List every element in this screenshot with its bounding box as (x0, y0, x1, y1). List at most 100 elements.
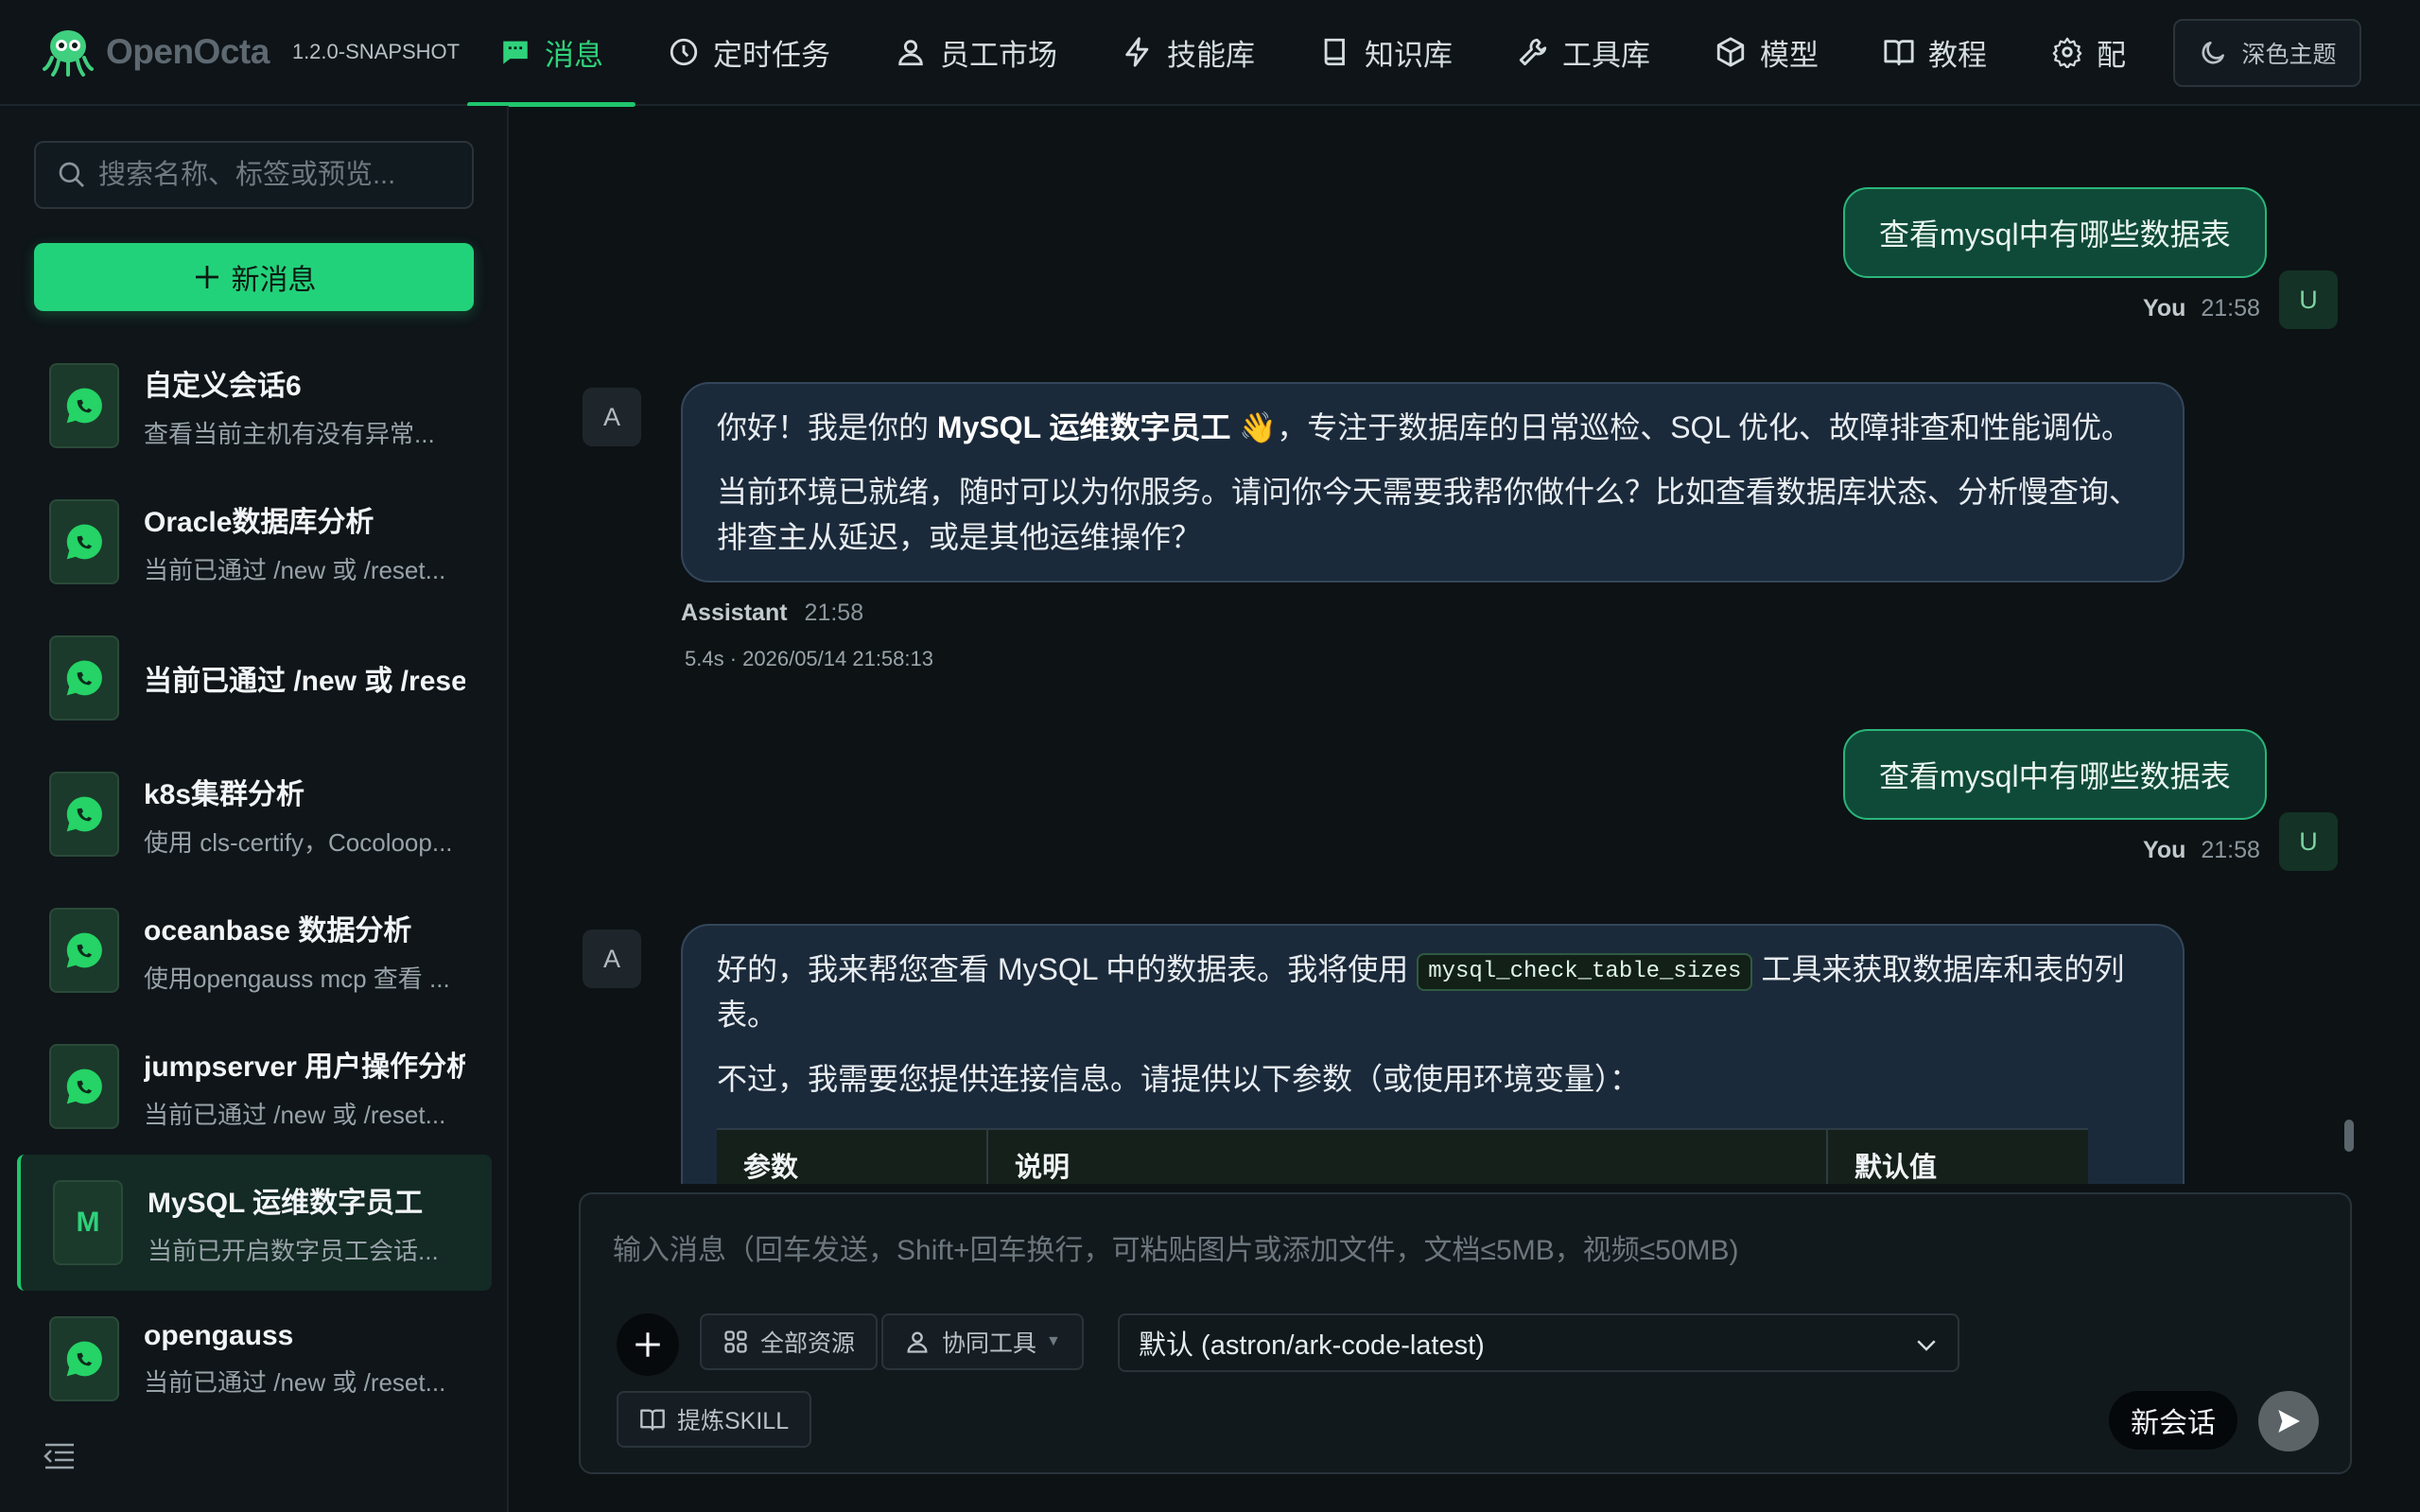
assistant-avatar: A (583, 388, 641, 446)
table-header-cell: 说明 (987, 1128, 1828, 1184)
message-time: 21:58 (2201, 295, 2260, 322)
nav-label: 工具库 (1562, 38, 1650, 72)
conversation-list: 自定义会话6 查看当前主机有没有异常... Oracle数据库分析 当前已通过 … (0, 338, 509, 1427)
avatar-letter: M (76, 1207, 100, 1238)
message-input[interactable] (613, 1226, 2315, 1283)
message-text: 查看mysql中有哪些数据表 (1879, 217, 2231, 252)
lightning-icon (1125, 37, 1149, 67)
search-box[interactable] (34, 141, 474, 209)
conversation-item[interactable]: opengauss 当前已通过 /new 或 /reset... (0, 1291, 509, 1427)
new-message-button[interactable]: 新消息 (34, 243, 474, 311)
nav-tools[interactable]: 工具库 (1485, 0, 1682, 105)
conversation-avatar (49, 363, 119, 448)
search-input[interactable] (98, 159, 458, 191)
conversation-item[interactable]: jumpserver 用户操作分析 当前已通过 /new 或 /reset... (0, 1018, 509, 1155)
text-span: 好的，我来帮您查看 MySQL 中的数据表。我将使用 (717, 952, 1418, 986)
user-avatar: U (2279, 812, 2338, 871)
model-value: 默认 (astron/ark-code-latest) (1139, 1330, 1485, 1361)
message-time: 21:58 (2201, 837, 2260, 863)
gear-icon (2052, 37, 2082, 68)
message-paragraph: 你好！我是你的 MySQL 运维数字员工 👋，专注于数据库的日常巡检、SQL 优… (717, 405, 2149, 450)
chat-icon (503, 41, 528, 64)
model-select[interactable]: 默认 (astron/ark-code-latest) (1118, 1313, 1959, 1372)
nav-skills[interactable]: 技能库 (1089, 0, 1287, 105)
all-resources-button[interactable]: 全部资源 (700, 1313, 879, 1370)
conversation-preview: 当前已开启数字员工会话... (148, 1236, 439, 1265)
user-icon (898, 40, 923, 66)
send-icon (2278, 1410, 2300, 1433)
conversation-avatar (49, 908, 119, 993)
brand-version: 1.2.0-SNAPSHOT (291, 40, 461, 63)
text-span: ，专注于数据库的日常巡检、SQL 优化、故障排查和性能调优。 (1277, 410, 2132, 444)
chat-scrollbar[interactable] (2344, 1120, 2354, 1152)
conversation-item[interactable]: oceanbase 数据分析 使用opengauss mcp 查看 ... (0, 882, 509, 1018)
nav-scheduled-tasks[interactable]: 定时任务 (635, 0, 862, 105)
nav-settings[interactable]: 配 (2019, 0, 2158, 105)
message-paragraph: 不过，我需要您提供连接信息。请提供以下参数（或使用环境变量）： (717, 1062, 1641, 1096)
book-icon (1324, 38, 1345, 66)
conversation-item[interactable]: 自定义会话6 查看当前主机有没有异常... (0, 338, 509, 474)
top-navbar: OpenOcta 1.2.0-SNAPSHOT 消息 定时任务 员工市场 技能库… (0, 0, 2420, 107)
nav-label: 教程 (1928, 38, 1987, 72)
theme-toggle-button[interactable]: 深色主题 (2173, 19, 2361, 87)
message-meta: You 21:58 (2143, 295, 2260, 322)
bold-text: MySQL 运维数字员工 (936, 410, 1231, 444)
conversation-preview: 使用opengauss mcp 查看 ... (144, 964, 450, 993)
send-button[interactable] (2258, 1391, 2319, 1451)
brand-name: OpenOcta (106, 32, 270, 71)
conversation-item-active[interactable]: M MySQL 运维数字员工 当前已开启数字员工会话... (17, 1155, 492, 1291)
nav-label: 配 (2097, 38, 2126, 72)
nav-label: 技能库 (1167, 38, 1255, 72)
conversation-preview: 使用 cls-certify，Cocoloop... (144, 827, 453, 857)
brand[interactable]: OpenOcta 1.2.0-SNAPSHOT (42, 26, 467, 78)
whatsapp-icon (66, 932, 102, 968)
message-stats: 5.4s · 2026/05/14 21:58:13 (685, 647, 933, 670)
conversation-avatar (49, 1044, 119, 1129)
collab-tools-dropdown[interactable]: 协同工具 ▼ (881, 1313, 1084, 1370)
conversation-item[interactable]: Oracle数据库分析 当前已通过 /new 或 /reset... (0, 474, 509, 610)
conversation-item[interactable]: k8s集群分析 使用 cls-certify，Cocoloop... (0, 746, 509, 882)
nav-messages[interactable]: 消息 (467, 0, 635, 107)
conversation-title: k8s集群分析 (144, 778, 305, 810)
whatsapp-icon (66, 524, 102, 560)
message-author: You (2143, 837, 2186, 863)
avatar-letter: A (602, 402, 620, 431)
whatsapp-icon (66, 660, 102, 696)
nav-models[interactable]: 模型 (1682, 0, 1851, 105)
params-table: 参数 说明 默认值 (717, 1128, 2088, 1184)
collapse-sidebar-icon[interactable] (42, 1441, 78, 1471)
user-icon (907, 1331, 928, 1353)
new-session-button[interactable]: 新会话 (2109, 1391, 2237, 1450)
user-message-bubble: 查看mysql中有哪些数据表 (1843, 729, 2267, 820)
conversation-title: 自定义会话6 (144, 370, 302, 402)
nav-label: 定时任务 (713, 38, 830, 72)
message-meta: Assistant 21:58 (681, 600, 863, 627)
conversation-preview: 当前已通过 /new 或 /reset... (144, 1100, 446, 1129)
user-avatar: U (2279, 270, 2338, 329)
chat-area: 查看mysql中有哪些数据表 You 21:58 U A 你好！我是你的 MySQ… (511, 106, 2420, 1184)
table-header-cell: 参数 (717, 1128, 988, 1184)
message-text: 查看mysql中有哪些数据表 (1879, 759, 2231, 793)
nav-tutorials[interactable]: 教程 (1851, 0, 2019, 105)
avatar-letter: U (2299, 285, 2318, 314)
all-resources-label: 全部资源 (760, 1330, 856, 1357)
assistant-message-bubble: 好的，我来帮您查看 MySQL 中的数据表。我将使用 mysql_check_t… (681, 924, 2185, 1184)
conversation-preview: 当前已通过 /new 或 /reset... (144, 1367, 446, 1397)
whatsapp-icon (66, 388, 102, 424)
conversation-avatar (49, 1316, 119, 1401)
nav-knowledge[interactable]: 知识库 (1287, 0, 1485, 105)
conversation-title: jumpserver 用户操作分析 (144, 1051, 465, 1083)
caret-down-icon: ▼ (1046, 1333, 1061, 1349)
message-composer: 全部资源 协同工具 ▼ 默认 (astron/ark-code-latest) … (579, 1192, 2352, 1474)
conversation-item[interactable]: 当前已通过 /new 或 /reset (0, 610, 509, 746)
whatsapp-icon (66, 1069, 102, 1104)
whatsapp-icon (66, 796, 102, 832)
nav-employee-market[interactable]: 员工市场 (862, 0, 1089, 105)
extract-skill-button[interactable]: 提炼SKILL (617, 1391, 812, 1448)
conversation-title: 当前已通过 /new 或 /reset (144, 666, 465, 697)
table-header-row: 参数 说明 默认值 (717, 1128, 2088, 1184)
add-attachment-button[interactable] (617, 1313, 679, 1376)
text-span: 你好！我是你的 (717, 410, 937, 444)
wave-emoji: 👋 (1239, 410, 1278, 444)
theme-label: 深色主题 (2241, 42, 2337, 68)
